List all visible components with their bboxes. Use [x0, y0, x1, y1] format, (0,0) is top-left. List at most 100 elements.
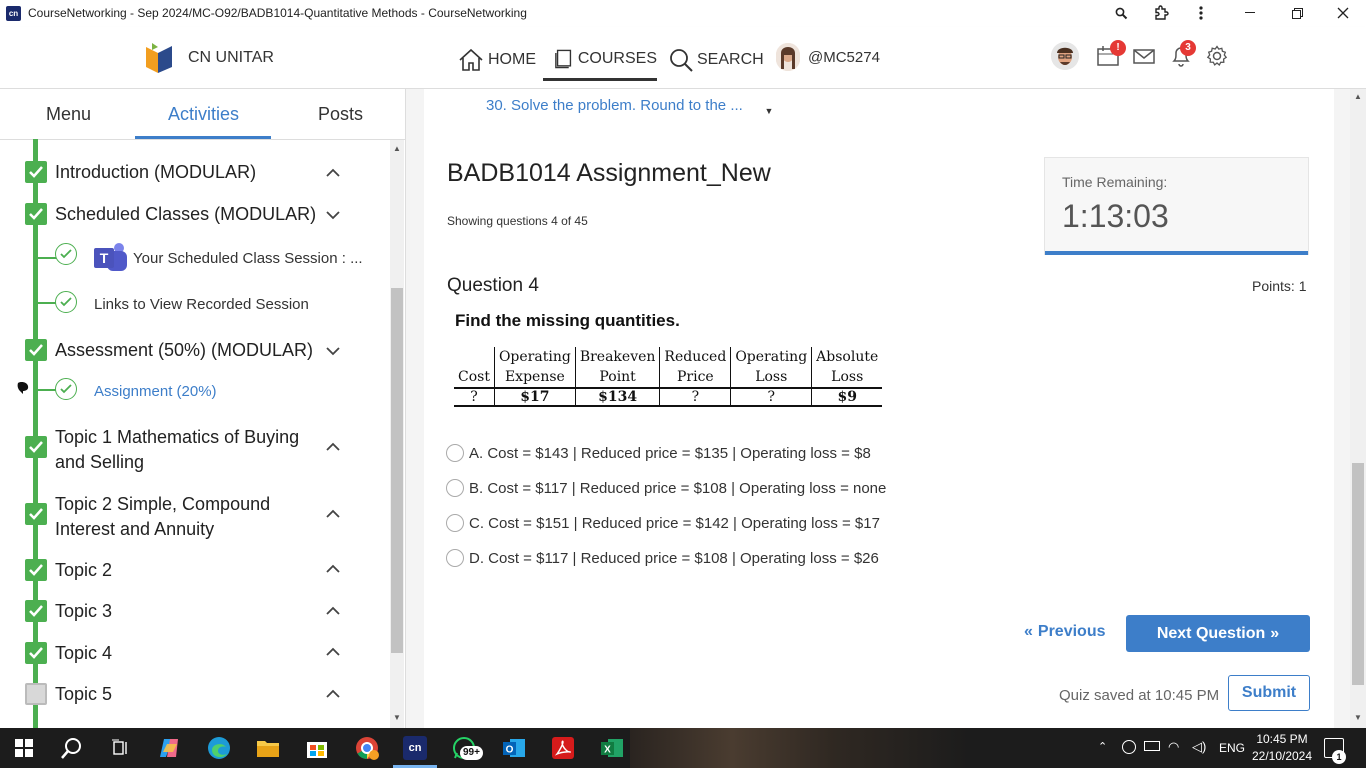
task-view-icon[interactable] [108, 736, 132, 760]
nav-courses[interactable]: COURSES [543, 39, 657, 81]
section-title[interactable]: Topic 4 [55, 641, 112, 666]
section-complete-icon [25, 161, 47, 183]
input-language[interactable]: ENG [1219, 741, 1245, 755]
chevron-down-icon[interactable] [324, 345, 342, 357]
whatsapp-badge: 99+ [460, 746, 483, 760]
next-question-button[interactable]: Next Question » [1126, 615, 1310, 652]
item-complete-icon [55, 378, 77, 400]
coursenetworking-taskbar-icon[interactable]: cn [403, 736, 427, 760]
minimize-icon[interactable] [1240, 4, 1260, 22]
volume-icon[interactable]: ◁) [1192, 739, 1206, 755]
chevron-down-icon[interactable] [324, 209, 342, 221]
edge-browser-icon[interactable] [207, 736, 231, 760]
taskbar-wallpaper [630, 728, 970, 768]
section-title[interactable]: Topic 2 [55, 558, 112, 583]
chevron-up-icon[interactable] [324, 508, 342, 520]
scroll-up-arrow-icon[interactable]: ▲ [1354, 92, 1362, 101]
class-session-link[interactable]: Your Scheduled Class Session : ... [133, 250, 363, 267]
close-icon[interactable] [1333, 4, 1353, 22]
section-title[interactable]: Topic 2 Simple, Compound Interest and An… [55, 492, 315, 542]
user-handle[interactable]: @MC5274 [808, 49, 880, 66]
table-header: Operating [730, 347, 812, 367]
pdf-reader-icon[interactable] [551, 736, 575, 760]
sidebar-scrollbar[interactable]: ▲ ▼ [390, 140, 404, 729]
chevron-up-icon[interactable] [324, 688, 342, 700]
question-jump-select[interactable]: 30. Solve the problem. Round to the ... [486, 97, 778, 121]
taskbar-clock[interactable]: 10:45 PM 22/10/2024 [1250, 731, 1314, 765]
excel-icon[interactable]: X [600, 736, 624, 760]
settings-gear-icon[interactable] [1206, 45, 1228, 67]
wifi-icon[interactable]: ◠ [1168, 739, 1179, 755]
meet-now-icon[interactable] [1122, 740, 1136, 754]
copilot-icon[interactable] [158, 736, 182, 760]
svg-text:T: T [100, 250, 109, 266]
table-row: ? $17 $134 ? ? $9 [454, 387, 883, 407]
sidebar-scroll-thumb[interactable] [391, 288, 403, 653]
answer-label[interactable]: B. Cost = $117 | Reduced price = $108 | … [469, 480, 886, 497]
main-scrollbar[interactable]: ▲ ▼ [1350, 89, 1366, 729]
radio-button[interactable] [446, 444, 464, 462]
outlook-icon[interactable]: O [502, 736, 526, 760]
tab-posts[interactable]: Posts [318, 104, 363, 125]
table-cell: ? [454, 387, 495, 407]
answer-label[interactable]: A. Cost = $143 | Reduced price = $135 | … [469, 445, 871, 462]
file-explorer-icon[interactable] [256, 736, 280, 760]
brand-name: CN UNITAR [188, 49, 274, 66]
nav-search[interactable]: SEARCH [669, 39, 764, 81]
table-header: Cost [458, 369, 490, 385]
chevron-up-icon[interactable] [324, 646, 342, 658]
chevron-up-icon[interactable] [324, 441, 342, 453]
tab-menu[interactable]: Menu [46, 104, 91, 125]
double-chevron-left-icon: « [1024, 623, 1033, 640]
section-title[interactable]: Scheduled Classes (MODULAR) [55, 202, 316, 227]
search-icon[interactable] [60, 736, 84, 760]
chevron-up-icon[interactable] [324, 563, 342, 575]
section-title[interactable]: Topic 3 [55, 599, 112, 624]
answer-label[interactable]: D. Cost = $117 | Reduced price = $108 | … [469, 550, 879, 567]
assignment-link[interactable]: Assignment (20%) [94, 383, 217, 400]
zoom-icon[interactable] [1111, 4, 1131, 22]
radio-button[interactable] [446, 549, 464, 567]
table-cell: $134 [574, 387, 660, 407]
tab-activities[interactable]: Activities [168, 104, 239, 125]
recorded-session-link[interactable]: Links to View Recorded Session [94, 296, 309, 313]
answer-option-c[interactable]: C. Cost = $151 | Reduced price = $142 | … [446, 512, 880, 534]
progress-rail [33, 139, 38, 729]
more-menu-icon[interactable] [1191, 4, 1211, 22]
answer-label[interactable]: C. Cost = $151 | Reduced price = $142 | … [469, 515, 880, 532]
timer-box: Time Remaining: 1:13:03 [1044, 157, 1309, 255]
scroll-down-arrow-icon[interactable]: ▼ [1354, 713, 1362, 722]
unitar-logo-icon[interactable] [142, 41, 176, 75]
battery-icon[interactable] [1144, 741, 1160, 751]
answer-option-d[interactable]: D. Cost = $117 | Reduced price = $108 | … [446, 547, 879, 569]
profile-avatar[interactable] [1051, 42, 1079, 70]
main-scroll-thumb[interactable] [1352, 463, 1364, 685]
table-cell: $9 [811, 387, 883, 407]
answer-option-b[interactable]: B. Cost = $117 | Reduced price = $108 | … [446, 477, 886, 499]
answer-option-a[interactable]: A. Cost = $143 | Reduced price = $135 | … [446, 442, 871, 464]
extensions-icon[interactable] [1151, 4, 1171, 22]
submit-button[interactable]: Submit [1228, 675, 1310, 711]
section-title[interactable]: Introduction (MODULAR) [55, 160, 256, 185]
radio-button[interactable] [446, 514, 464, 532]
chevron-up-icon[interactable] [324, 167, 342, 179]
store-icon[interactable] [305, 736, 329, 760]
scroll-down-arrow-icon[interactable]: ▼ [393, 713, 401, 722]
section-title[interactable]: Assessment (50%) (MODULAR) [55, 338, 313, 363]
section-title[interactable]: Topic 5 [55, 682, 112, 707]
chrome-icon[interactable] [355, 736, 379, 760]
restore-icon[interactable] [1287, 4, 1307, 22]
section-title[interactable]: Topic 1 Mathematics of Buying and Sellin… [55, 425, 315, 475]
table-header: Loss [811, 367, 883, 388]
nav-home[interactable]: HOME [458, 39, 536, 81]
dropdown-arrow-icon[interactable]: ▼ [762, 101, 776, 121]
user-avatar[interactable] [776, 43, 800, 71]
previous-button[interactable]: « Previous [1024, 617, 1106, 647]
mail-icon[interactable] [1133, 45, 1155, 67]
tray-chevron-up-icon[interactable]: ⌃ [1098, 740, 1107, 753]
scroll-up-arrow-icon[interactable]: ▲ [393, 144, 401, 153]
chevron-up-icon[interactable] [324, 605, 342, 617]
radio-button[interactable] [446, 479, 464, 497]
windows-start-icon[interactable] [12, 736, 36, 760]
item-complete-icon [55, 243, 77, 265]
